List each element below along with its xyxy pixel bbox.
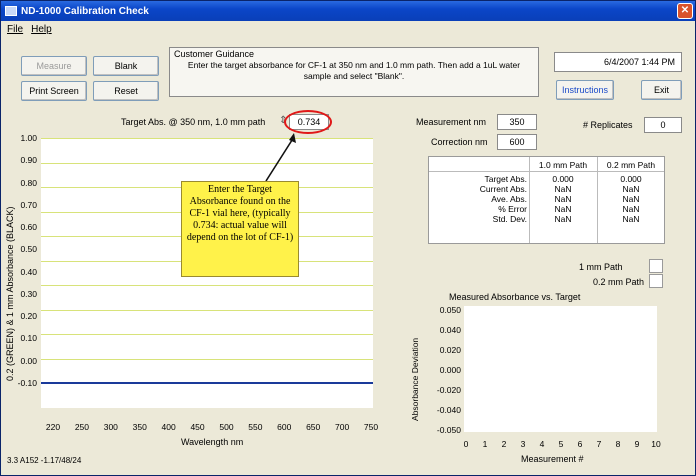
gridline [41,162,373,164]
customer-guidance-panel: Customer Guidance Enter the target absor… [169,47,539,97]
legend-02mm-marker [649,274,663,288]
legend-1mm-marker [649,259,663,273]
table-header: 0.2 mm Path [606,160,656,170]
y-tick-label: 0.020 [439,345,461,355]
measurement-nm-input[interactable]: 350 [497,114,537,130]
menu-bar: File Help [1,21,695,37]
x-tick-label: 250 [74,422,89,432]
x-tick-label: 6 [577,439,583,449]
row-label: Target Abs. [484,174,527,184]
version-text: 3.3 A152 -1.17/48/24 [7,456,82,465]
correction-nm-input[interactable]: 600 [497,134,537,150]
row-value: 0.000 [620,174,642,184]
gridline [41,138,373,139]
row-label: % Error [498,204,527,214]
row-label: Ave. Abs. [491,194,527,204]
x-tick-label: 8 [615,439,621,449]
row-value: NaN [622,194,640,204]
callout-arrow [265,133,296,182]
row-value: NaN [554,194,572,204]
deviation-y-axis-label: Absorbance Deviation [410,337,420,421]
window-title: ND-1000 Calibration Check [21,5,149,17]
x-tick-label: 7 [596,439,602,449]
measure-button[interactable]: Measure [21,56,87,76]
datetime-display: 6/4/2007 1:44 PM [554,52,682,72]
app-window: ND-1000 Calibration Check ✕ File Help Me… [0,0,696,476]
spectrum-series-line [41,382,373,385]
legend-1mm-label: 1 mm Path [579,262,623,272]
deviation-x-axis-label: Measurement # [521,454,584,464]
legend-02mm-label: 0.2 mm Path [593,277,645,287]
x-tick-label: 300 [103,422,118,432]
results-table: 1.0 mm Path 0.2 mm Path Target Abs. 0.00… [428,156,665,244]
close-icon[interactable]: ✕ [677,3,693,19]
deviation-chart-title: Measured Absorbance vs. Target [449,292,581,302]
row-label: Current Abs. [479,184,527,194]
replicates-display: 0 [644,117,682,133]
y-tick-label: 0.040 [439,325,461,335]
table-header: 1.0 mm Path [538,160,588,170]
x-tick-label: 450 [190,422,205,432]
y-tick-label: 1.00 [20,133,37,143]
x-tick-label: 600 [277,422,292,432]
x-tick-label: 220 [45,422,61,432]
x-tick-label: 400 [161,422,176,432]
exit-button[interactable]: Exit [641,80,682,100]
x-tick-label: 550 [248,422,263,432]
menu-file[interactable]: File [7,24,23,35]
title-bar: ND-1000 Calibration Check ✕ [1,1,695,21]
menu-help[interactable]: Help [31,24,52,35]
replicates-label: # Replicates [583,120,633,130]
row-value: NaN [554,204,572,214]
x-tick-label: 700 [334,422,350,432]
x-tick-label: 9 [634,439,640,449]
correction-nm-label: Correction nm [431,137,488,147]
x-tick-label: 650 [306,422,321,432]
x-tick-label: 4 [539,439,545,449]
print-screen-button[interactable]: Print Screen [21,81,87,101]
y-tick-label: -0.050 [436,425,461,435]
gridline [41,334,373,335]
y-tick-label: 0.90 [20,155,37,166]
deviation-plot [464,306,657,432]
y-tick-label: 0.050 [439,305,461,315]
row-label: Std. Dev. [492,214,527,224]
gridline [41,358,373,360]
y-tick-label: 0.80 [20,177,37,188]
y-tick-label: -0.020 [436,385,461,395]
row-value: NaN [622,204,640,214]
x-tick-label: 750 [363,422,379,432]
row-value: 0.000 [552,174,574,184]
measurement-nm-label: Measurement nm [416,117,487,127]
x-tick-label: 1 [482,439,488,449]
blank-button[interactable]: Blank [93,56,159,76]
x-tick-label: 500 [219,422,234,432]
x-tick-label: 5 [558,439,564,449]
row-value: NaN [622,184,640,194]
guidance-label: Customer Guidance [174,49,255,59]
row-value: NaN [622,214,640,224]
y-tick-label: -0.040 [436,405,461,415]
reset-button[interactable]: Reset [93,81,159,101]
spectrum-x-axis-label: Wavelength nm [181,437,244,447]
x-tick-label: 0 [463,439,469,449]
instructions-button[interactable]: Instructions [556,80,614,100]
y-tick-label: 0.000 [439,365,461,375]
gridline [41,285,373,286]
spectrum-y-axis-label: 0.2 (GREEN) & 1 mm Absorbance (BLACK) [5,206,15,381]
row-value: NaN [554,184,572,194]
row-value: NaN [554,214,572,224]
x-tick-label: 2 [501,439,507,449]
x-tick-label: 10 [651,439,661,449]
x-tick-label: 350 [132,422,147,432]
guidance-text: Enter the target absorbance for CF-1 at … [187,60,521,81]
callout-note: Enter the Target Absorbance found on the… [181,181,299,277]
x-tick-label: 3 [520,439,526,449]
gridline [41,309,373,311]
target-abs-label: Target Abs. @ 350 nm, 1.0 mm path [121,117,266,127]
app-icon [5,6,17,16]
